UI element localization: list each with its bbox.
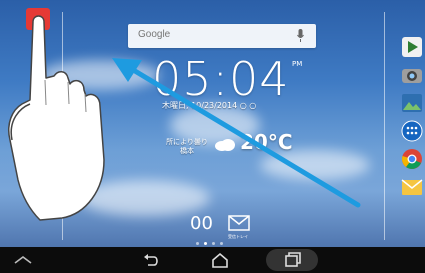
recent-apps-icon[interactable]	[281, 251, 303, 269]
page-dot	[196, 242, 199, 245]
back-icon[interactable]	[140, 251, 162, 269]
page-dot	[220, 242, 223, 245]
right-edge-divider	[384, 12, 385, 240]
camera-icon[interactable]	[401, 64, 423, 86]
home-page-indicator	[196, 242, 223, 245]
email-app-icon[interactable]	[401, 176, 423, 198]
clock-date: 木曜日, 10/23/2014 ○ ○	[162, 101, 257, 110]
gallery-icon[interactable]	[401, 92, 423, 114]
chrome-icon[interactable]	[401, 148, 423, 170]
play-store-icon[interactable]	[401, 36, 423, 58]
mail-icon[interactable]	[228, 215, 250, 231]
page-dot	[212, 242, 215, 245]
all-apps-icon[interactable]	[401, 120, 423, 142]
system-nav-bar	[0, 247, 425, 273]
clock-ampm: PM	[292, 60, 303, 68]
pointing-hand-icon	[8, 8, 105, 221]
clock-time[interactable]: 05:04	[152, 52, 290, 106]
home-screen: Google 05:04 PM 木曜日, 10/23/2014 ○ ○ 所により…	[0, 0, 425, 273]
weather-temperature[interactable]: 20°C	[240, 130, 293, 154]
eyebrow-icon[interactable]	[12, 251, 34, 269]
cloud-decoration	[260, 150, 370, 180]
mail-unread-count[interactable]: 00	[190, 213, 213, 234]
shortcut-dock	[399, 30, 425, 210]
weather-location: 所により曇り 橋本	[166, 138, 208, 155]
home-icon[interactable]	[209, 251, 231, 269]
partly-cloudy-icon[interactable]	[214, 136, 236, 152]
page-dot-active	[204, 242, 207, 245]
mic-icon[interactable]	[297, 29, 304, 43]
mail-label: 受信トレイ	[228, 234, 248, 239]
